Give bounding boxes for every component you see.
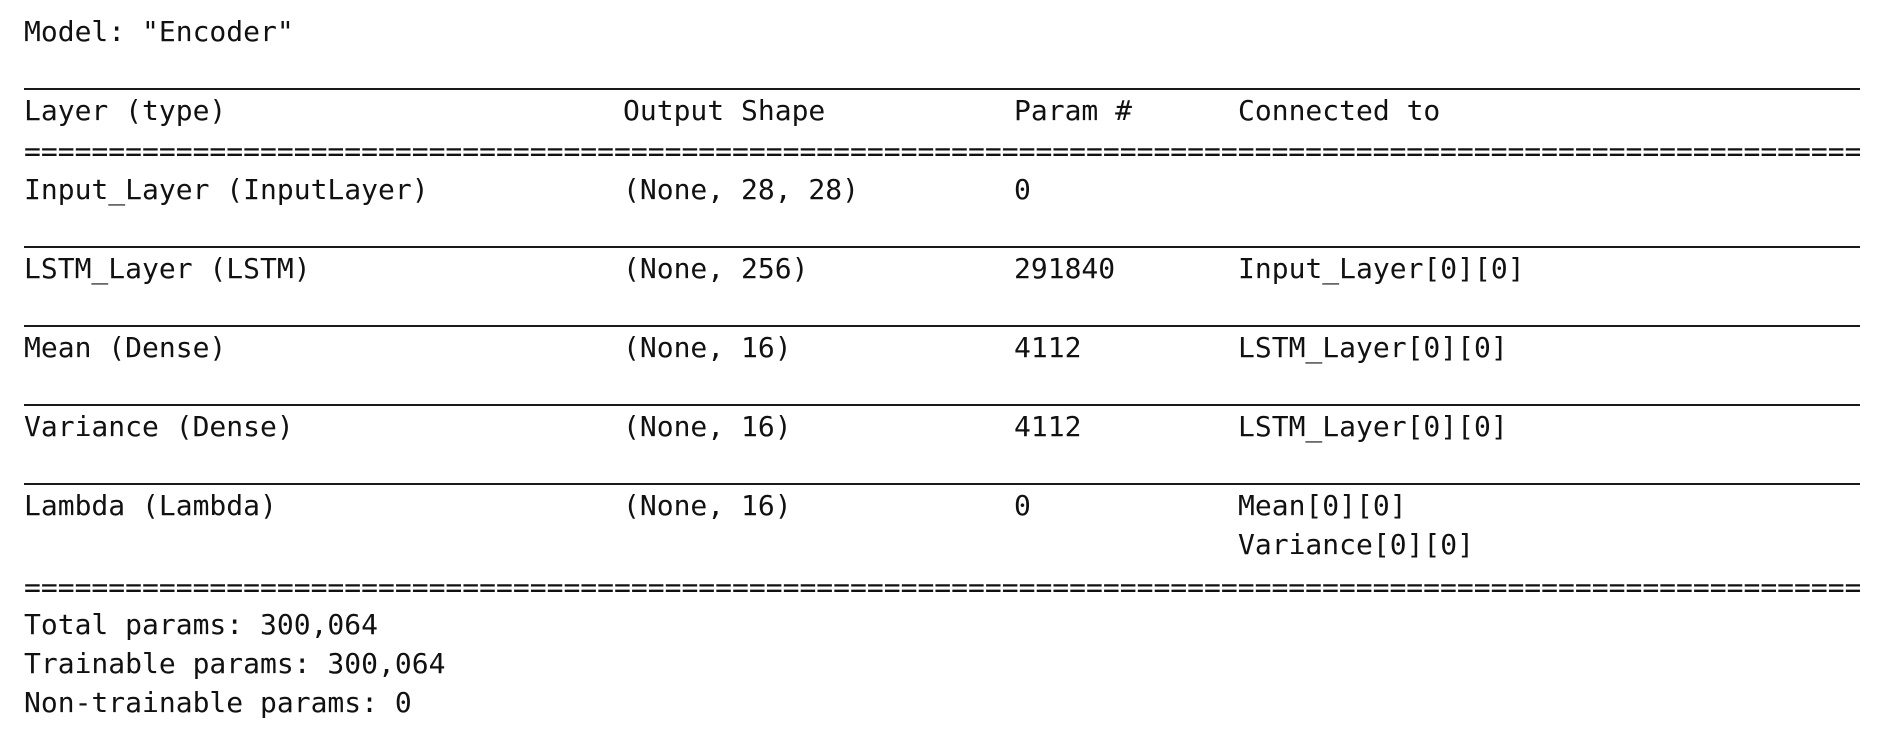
table-row-layer: Variance (Dense) [24,410,294,443]
top-divider [24,88,1860,90]
table-row-param: 4112 [1014,410,1082,443]
header-layer: Layer (type) [24,94,227,127]
table-row-output-shape: (None, 28, 28) [623,173,860,206]
header-output-shape: Output Shape [623,94,826,127]
total-params: Total params: 300,064 [24,608,379,641]
table-row-connected-to: LSTM_Layer[0][0] [1238,410,1508,443]
header-double-divider: ========================================… [24,144,1860,160]
table-row-param: 4112 [1014,331,1082,364]
table-row-connected-to: Input_Layer[0][0] [1238,252,1525,285]
table-row-connected-to: Mean[0][0] [1238,489,1407,522]
trainable-params: Trainable params: 300,064 [24,647,446,680]
non-trainable-params: Non-trainable params: 0 [24,686,412,719]
table-row-param: 0 [1014,173,1031,206]
table-row-connected-to-second: Variance[0][0] [1238,528,1475,561]
table-row-layer: Input_Layer (InputLayer) [24,173,429,206]
table-row-output-shape: (None, 16) [623,331,792,364]
table-row-layer: LSTM_Layer (LSTM) [24,252,311,285]
table-row-param: 0 [1014,489,1031,522]
table-row-layer: Lambda (Lambda) [24,489,277,522]
table-row-param: 291840 [1014,252,1116,285]
row-divider [24,483,1860,485]
header-connected-to: Connected to [1238,94,1441,127]
row-divider [24,325,1860,327]
model-title: Model: "Encoder" [24,15,294,48]
header-param: Param # [1014,94,1133,127]
table-row-layer: Mean (Dense) [24,331,227,364]
row-divider [24,246,1860,248]
table-row-output-shape: (None, 16) [623,489,792,522]
row-divider [24,404,1860,406]
table-row-connected-to: LSTM_Layer[0][0] [1238,331,1508,364]
table-row-output-shape: (None, 16) [623,410,792,443]
footer-double-divider: ========================================… [24,580,1860,596]
table-row-output-shape: (None, 256) [623,252,809,285]
